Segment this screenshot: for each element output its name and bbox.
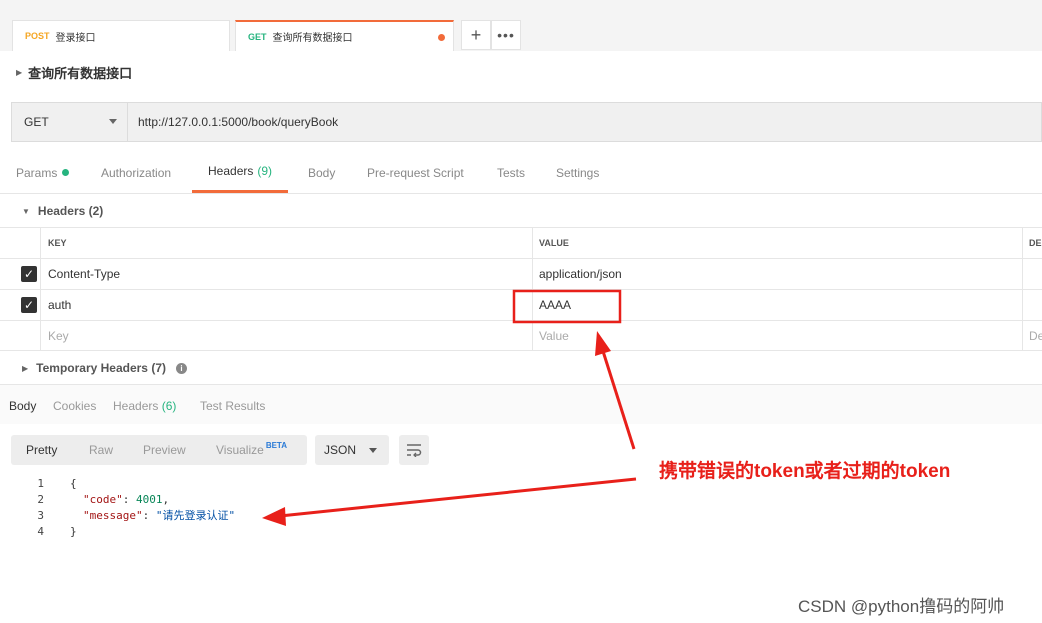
annotation-arrow [600, 347, 636, 450]
arrow-head [595, 331, 611, 356]
highlight-box [512, 289, 622, 324]
annotation-text: 携带错误的token或者过期的token [659, 461, 951, 482]
watermark: CSDN @python撸码的阿帅 [798, 597, 1005, 616]
arrow-head [262, 507, 286, 526]
annotation-overlay [262, 289, 637, 526]
annotation-arrow [279, 477, 637, 518]
